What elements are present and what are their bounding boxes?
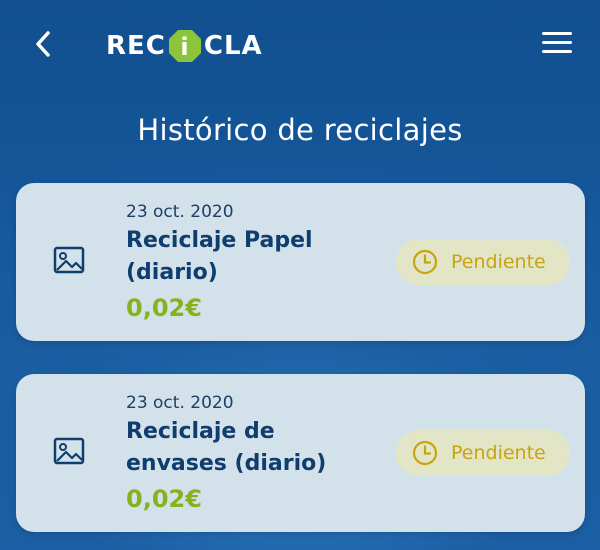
logo-mark-letter: i: [180, 33, 189, 61]
status-label: Pendiente: [451, 442, 546, 464]
app-header: REC i CLA: [0, 0, 600, 90]
record-amount: 0,02€: [126, 485, 202, 513]
logo-text-right: CLA: [203, 31, 263, 61]
record-date: 23 oct. 2020: [126, 393, 234, 413]
recycling-record-card[interactable]: 23 oct. 2020 Reciclaje Papel (diario) 0,…: [16, 183, 585, 341]
record-amount: 0,02€: [126, 294, 202, 322]
status-badge: Pendiente: [396, 239, 570, 285]
record-date: 23 oct. 2020: [126, 202, 234, 222]
logo-text-left: REC: [106, 31, 166, 61]
image-placeholder-icon: [53, 246, 85, 274]
hamburger-menu-icon: [542, 32, 572, 35]
status-label: Pendiente: [451, 251, 546, 273]
clock-icon: [412, 249, 438, 275]
image-placeholder-icon: [53, 437, 85, 465]
record-name: Reciclaje de envases (diario): [126, 419, 327, 476]
menu-button[interactable]: [542, 32, 572, 58]
back-button[interactable]: [28, 28, 60, 60]
page-title: Histórico de reciclajes: [137, 113, 463, 147]
status-badge: Pendiente: [396, 430, 570, 476]
logo-mark: i: [168, 29, 202, 63]
chevron-left-icon: [36, 31, 50, 57]
record-name: Reciclaje Papel (diario): [126, 228, 313, 285]
recycling-record-card[interactable]: 23 oct. 2020 Reciclaje de envases (diari…: [16, 374, 585, 532]
app-logo: REC i CLA: [106, 26, 263, 66]
clock-icon: [412, 440, 438, 466]
